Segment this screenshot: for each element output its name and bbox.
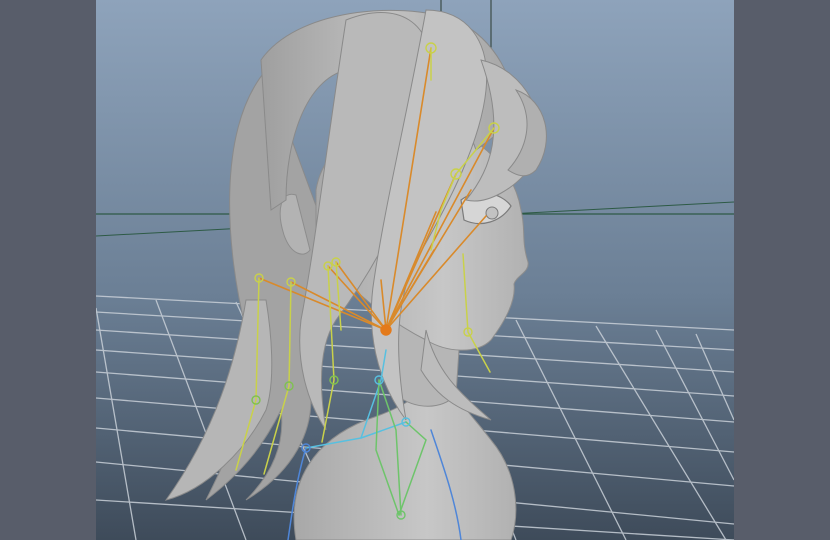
3d-viewport[interactable] <box>96 0 734 540</box>
joint-root[interactable] <box>380 324 392 336</box>
left-editor-panel <box>0 0 96 540</box>
right-editor-panel <box>734 0 830 540</box>
viewport-canvas[interactable] <box>96 0 734 540</box>
